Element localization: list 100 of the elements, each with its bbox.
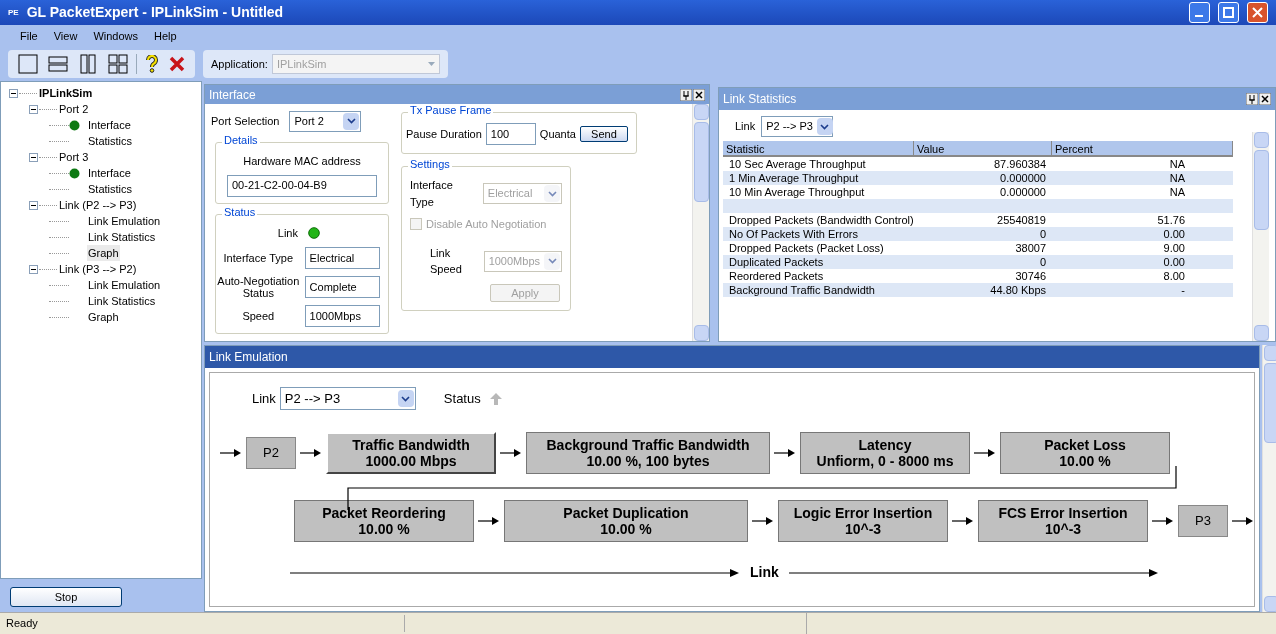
emulation-block[interactable]: FCS Error Insertion 10^-3 [978,500,1148,542]
group-title: Details [222,135,260,146]
readonly-field[interactable]: Electrical [304,247,380,269]
flow-arrow-icon [1232,516,1254,526]
link-dropdown[interactable]: P2 --> P3 [761,116,834,137]
tree-item[interactable]: Statistics [87,180,133,198]
port-block[interactable]: P2 [246,437,296,469]
table-cell-text: Dropped Packets (Bandwidth Control) [728,213,914,227]
tree-item[interactable]: IPLinkSim [38,84,94,102]
grid-icon[interactable] [106,52,130,76]
menu-item[interactable]: View [45,27,86,45]
help-icon[interactable] [143,53,161,75]
close-icon[interactable] [1259,93,1271,105]
field-label: Link [277,225,298,241]
table-cell-text: NA [1168,157,1186,171]
table-cell-text: NA [1168,171,1186,185]
table-cell-text: 10 Min Average Throughput [728,185,866,199]
close-icon[interactable] [693,88,705,101]
table-cell-text: 0 [1038,227,1047,241]
flow-arrow-icon [752,516,774,526]
mac-address-field[interactable]: 00-21-C2-00-04-B9 [227,174,377,197]
pause-duration-field[interactable]: 100 [485,123,536,145]
link-dropdown[interactable]: P2 --> P3 [279,387,416,410]
axis-label: Link [750,563,779,582]
table-cell-text: 0.000000 [999,171,1047,185]
tree-item[interactable]: Link Statistics [87,292,157,310]
flow-arrow-icon [500,448,522,458]
tree-item[interactable]: Interface [87,164,132,182]
flow-arrow-icon [774,448,796,458]
tree-item[interactable]: Link Emulation [87,212,162,230]
vertical-scrollbar[interactable] [1252,132,1269,341]
table-cell-text: 10 Sec Average Throughput [728,157,867,171]
table-cell-text: Reordered Packets [728,269,825,283]
table-cell-text: 51.76 [1156,213,1186,227]
port-block[interactable]: P3 [1178,505,1228,537]
table-cell-text: 25540819 [996,213,1047,227]
tree-item[interactable]: Graph [87,244,120,262]
unit-label: Quanta [539,126,576,142]
pin-icon[interactable] [1246,93,1258,105]
emulation-block[interactable]: Traffic Bandwidth 1000.00 Mbps [326,432,496,474]
flow-arrow-icon [974,448,996,458]
tree-item[interactable]: Interface [87,116,132,134]
window-title: GL PacketExpert - IPLinkSim - Untitled [26,3,285,22]
field-label: Interface Type [222,252,295,264]
stop-button[interactable]: Stop [10,587,122,607]
field-label: Auto-Negotiation Status [216,275,301,299]
tree-item[interactable]: Port 3 [58,148,90,166]
send-button[interactable]: Send [579,126,628,142]
status-label: Status [443,389,481,408]
port-selection-dropdown[interactable]: Port 2 [289,110,362,132]
field-label: Link [252,389,276,408]
flow-arrow-icon [952,516,974,526]
field-label: Link Speed [430,245,463,277]
emulation-block[interactable]: Packet Loss 10.00 % [1000,432,1170,474]
field-label: Interface Type [410,178,454,210]
field-label: Hardware MAC address [243,154,361,169]
single-pane-icon[interactable] [16,52,40,76]
table-cell-text: Background Traffic Bandwidth [728,283,876,297]
vertical-scrollbar[interactable] [1262,345,1276,612]
table-cell-text: 38007 [1014,241,1047,255]
collapse-icon[interactable] [29,200,38,210]
field-label: Pause Duration [406,126,482,142]
collapse-icon[interactable] [29,104,38,114]
table-cell-text: No Of Packets With Errors [728,227,859,241]
tree-item[interactable]: Link Emulation [87,276,162,294]
tree-item[interactable]: Statistics [87,132,133,150]
collapse-icon[interactable] [9,88,18,98]
tree-item[interactable]: Graph [87,308,120,326]
group-title: Settings [408,159,452,170]
tree-item[interactable]: Link Statistics [87,228,157,246]
emulation-block[interactable]: Packet Duplication 10.00 % [504,500,748,542]
field-label: Port Selection [211,113,280,129]
application-label: Application: [211,56,268,72]
field-label: Speed [241,310,276,322]
table-cell-text: 0.00 [1162,227,1186,241]
menu-item[interactable]: Help [146,27,185,45]
table-cell-text: - [1180,283,1186,297]
emulation-block[interactable]: Background Traffic Bandwidth 10.00 %, 100 bytes [526,432,770,474]
collapse-icon[interactable] [29,264,38,274]
table-cell-text: NA [1168,185,1186,199]
pin-icon[interactable] [680,88,692,101]
readonly-field[interactable]: 1000Mbps [304,305,380,327]
flow-arrow-icon [220,448,242,458]
table-cell-text: 0.000000 [999,185,1047,199]
menu-item[interactable]: Windows [85,27,146,45]
field-label: Link [735,119,756,135]
flow-arrow-icon [300,448,322,458]
emulation-block[interactable]: Latency Unfiorm, 0 - 8000 ms [800,432,970,474]
readonly-field[interactable]: Complete [304,276,380,298]
tree-item[interactable]: Port 2 [58,100,90,118]
emulation-block[interactable]: Logic Error Insertion 10^-3 [778,500,948,542]
vertical-scrollbar[interactable] [692,104,709,341]
tree-item[interactable]: Link (P2 --> P3) [58,196,138,214]
collapse-icon[interactable] [29,152,38,162]
tree-item[interactable]: Link (P3 --> P2) [58,260,138,278]
maximize-icon[interactable] [1218,2,1239,23]
emulation-block[interactable]: Packet Reordering 10.00 % [294,500,474,542]
minimize-icon[interactable] [1189,2,1210,23]
menu-item[interactable]: File [12,27,46,45]
table-cell-text: 1 Min Average Throughput [728,171,860,185]
